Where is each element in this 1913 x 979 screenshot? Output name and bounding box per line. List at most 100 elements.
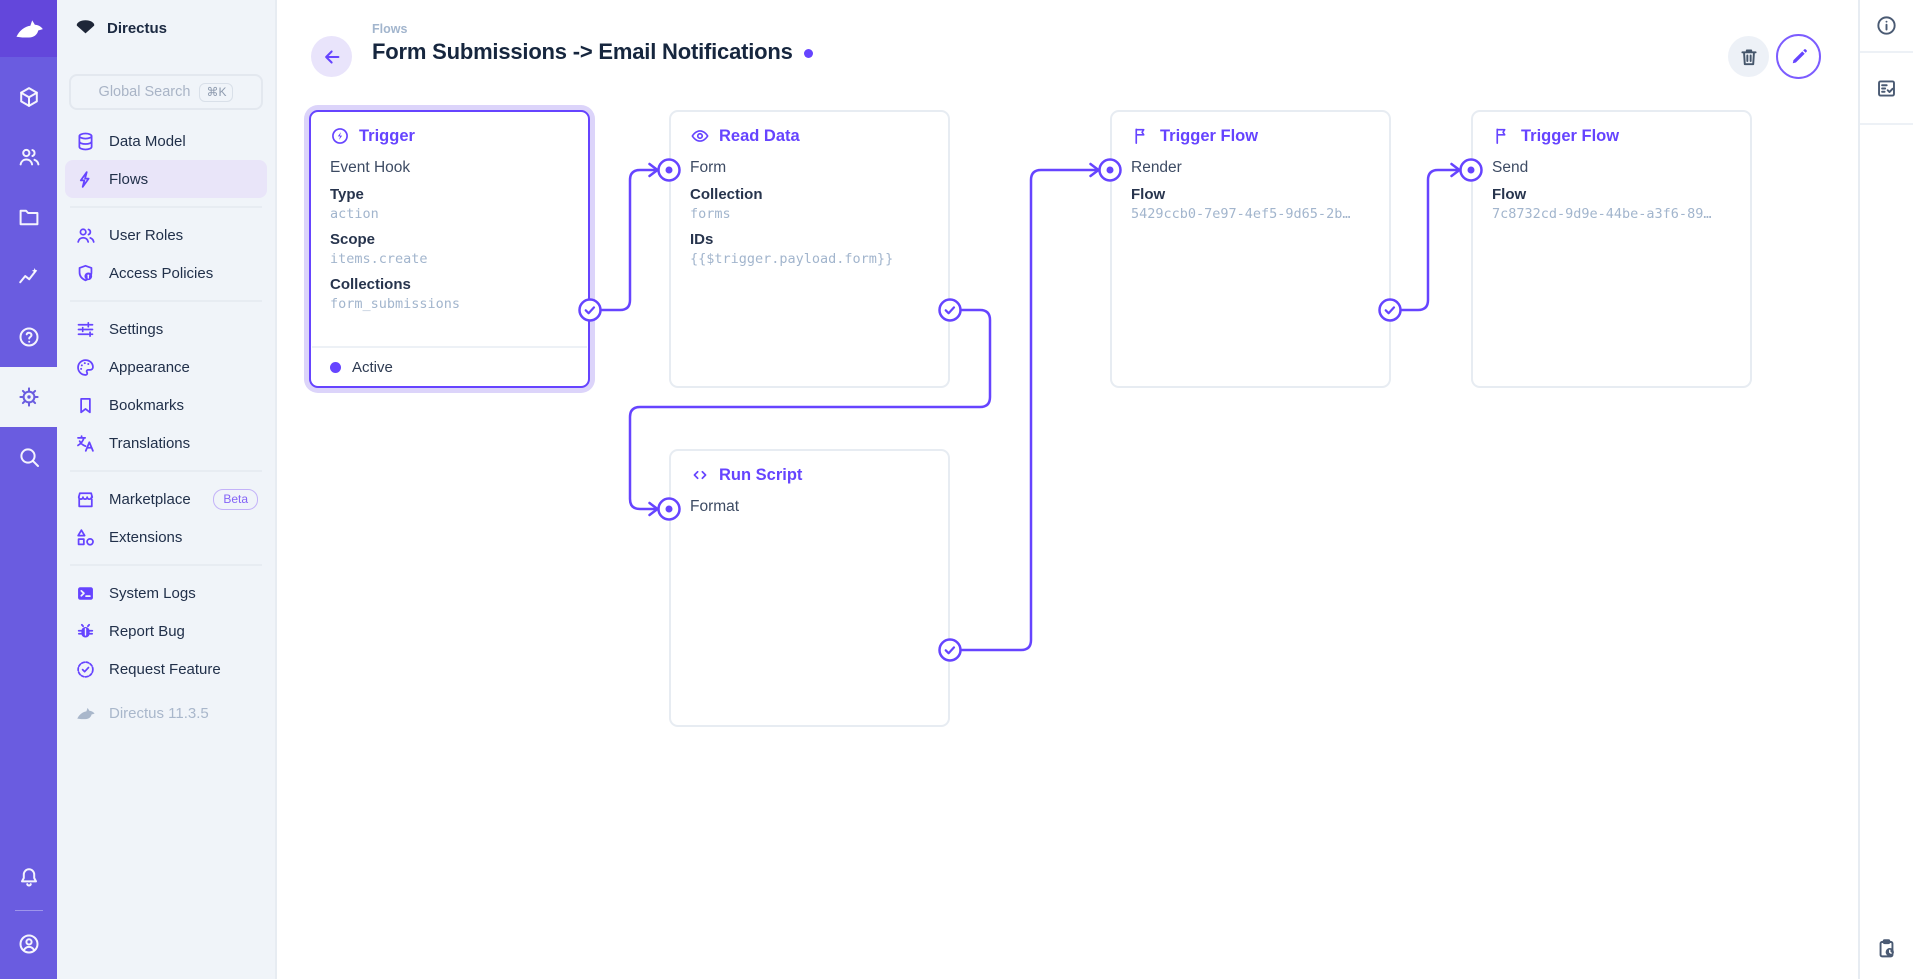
app-version-label: Directus 11.3.5	[109, 705, 209, 722]
help-icon	[17, 325, 41, 349]
sidebar-item-data-model[interactable]: Data Model	[65, 122, 267, 160]
beta-badge: Beta	[213, 489, 258, 510]
code-icon	[690, 465, 710, 485]
box-icon	[17, 85, 41, 109]
module-files[interactable]	[0, 187, 57, 247]
project-header[interactable]: Directus	[57, 0, 275, 57]
panel-name: Render	[1131, 159, 1370, 177]
dock-flow-info-button[interactable]	[1860, 0, 1913, 51]
panel-name: Format	[690, 498, 929, 516]
option-value: items.create	[330, 251, 569, 267]
project-logo-icon	[75, 18, 96, 39]
sidebar-item-label: Data Model	[109, 133, 186, 150]
people-icon	[74, 225, 96, 246]
module-user-directory[interactable]	[0, 127, 57, 187]
eye-icon	[690, 126, 710, 146]
bolt-icon	[74, 169, 96, 190]
option-label: Flow	[1492, 186, 1731, 203]
sidebar-item-settings[interactable]: Settings	[65, 310, 267, 348]
clipboard-clock-icon	[1875, 937, 1898, 960]
flow-panel-trigger[interactable]: TriggerEvent HookTypeactionScopeitems.cr…	[309, 110, 590, 388]
option-value: 7c8732cd-9d9e-44be-a3f6-89…	[1492, 206, 1731, 222]
module-global-search[interactable]	[0, 427, 57, 487]
flow-panel-read-data[interactable]: Read Data Form Collection forms IDs {{$trigge…	[669, 110, 950, 388]
directus-logo-button[interactable]	[0, 0, 57, 57]
sidebar-item-marketplace[interactable]: Marketplace Beta	[65, 480, 267, 518]
database-icon	[74, 131, 96, 152]
option-label: Collection	[690, 186, 929, 203]
panel-header: Trigger	[330, 126, 569, 146]
sidebar-item-label: Extensions	[109, 529, 182, 546]
option-value: 5429ccb0-7e97-4ef5-9d65-2b…	[1131, 206, 1370, 222]
search-placeholder: Global Search	[99, 84, 191, 100]
option-value: forms	[690, 206, 929, 222]
account-icon	[17, 932, 41, 956]
panel-status-footer[interactable]: Active	[312, 346, 587, 386]
rabbit-icon	[74, 703, 96, 724]
module-documentation[interactable]	[0, 307, 57, 367]
sidebar-item-appearance[interactable]: Appearance	[65, 348, 267, 386]
sidebar-item-label: Marketplace	[109, 491, 191, 508]
module-settings[interactable]	[0, 367, 57, 427]
module-content[interactable]	[0, 67, 57, 127]
panel-type-label: Run Script	[719, 466, 802, 485]
option-label: Flow	[1131, 186, 1370, 203]
panel-name: Send	[1492, 159, 1731, 177]
header-actions	[277, 34, 1858, 80]
option-label: IDs	[690, 231, 929, 248]
module-bar-divider	[15, 910, 43, 911]
flow-panel-run-script[interactable]: Run Script Format	[669, 449, 950, 727]
active-status-label: Active	[352, 359, 393, 376]
module-notifications-button[interactable]	[0, 852, 57, 902]
panel-type-label: Trigger Flow	[1160, 127, 1258, 146]
module-account-button[interactable]	[0, 919, 57, 969]
option-value: action	[330, 206, 569, 222]
sidebar-item-label: Report Bug	[109, 623, 185, 640]
sidebar-item-system-logs[interactable]: System Logs	[65, 574, 267, 612]
active-status-dot	[330, 362, 341, 373]
palette-icon	[74, 357, 96, 378]
sidebar-item-access-policies[interactable]: Access Policies	[65, 254, 267, 292]
sidebar-item-flows[interactable]: Flows	[65, 160, 267, 198]
tune-icon	[74, 319, 96, 340]
edit-flow-button[interactable]	[1776, 34, 1821, 79]
sidebar-item-report-bug[interactable]: Report Bug	[65, 612, 267, 650]
app-version: Directus 11.3.5	[65, 694, 267, 732]
panel-type-label: Read Data	[719, 127, 800, 146]
bolt-circle-icon	[330, 126, 350, 146]
bell-icon	[17, 865, 41, 889]
dock-divider	[1860, 123, 1913, 125]
bug-icon	[74, 621, 96, 642]
flow-panel-trigger-flow-render[interactable]: Trigger Flow Render Flow 5429ccb0-7e97-4ef5…	[1110, 110, 1391, 388]
option-label: Scope	[330, 231, 569, 248]
module-insights[interactable]	[0, 247, 57, 307]
insights-icon	[17, 265, 41, 289]
flow-panel-trigger-flow-send[interactable]: Trigger Flow Send Flow 7c8732cd-9d9e-44be-a…	[1471, 110, 1752, 388]
dock-revisions-button[interactable]	[1860, 917, 1913, 979]
nav-divider	[70, 564, 262, 566]
bookmark-icon	[74, 395, 96, 416]
sidebar-item-extensions[interactable]: Extensions	[65, 518, 267, 556]
sidebar-item-request-feature[interactable]: Request Feature	[65, 650, 267, 688]
delete-flow-button[interactable]	[1728, 36, 1769, 77]
panel-name: Form	[690, 159, 929, 177]
seal-check-icon	[74, 659, 96, 680]
module-bar-modules	[0, 67, 57, 487]
sidebar-item-label: Settings	[109, 321, 163, 338]
flag-icon	[1131, 126, 1151, 146]
option-value: form_submissions	[330, 296, 569, 312]
global-search-input[interactable]: Global Search ⌘K	[69, 74, 263, 110]
sidebar-item-translations[interactable]: Translations	[65, 424, 267, 462]
shapes-icon	[74, 527, 96, 548]
sidebar-item-bookmarks[interactable]: Bookmarks	[65, 386, 267, 424]
sidebar-item-label: System Logs	[109, 585, 196, 602]
panel-type-label: Trigger Flow	[1521, 127, 1619, 146]
option-value: {{$trigger.payload.form}}	[690, 251, 929, 267]
sidebar-item-label: User Roles	[109, 227, 183, 244]
shield-lock-icon	[74, 263, 96, 284]
panel-header: Read Data	[690, 126, 929, 146]
rabbit-icon	[13, 13, 45, 45]
dock-logs-button[interactable]	[1860, 53, 1913, 123]
storefront-icon	[74, 489, 96, 510]
sidebar-item-user-roles[interactable]: User Roles	[65, 216, 267, 254]
